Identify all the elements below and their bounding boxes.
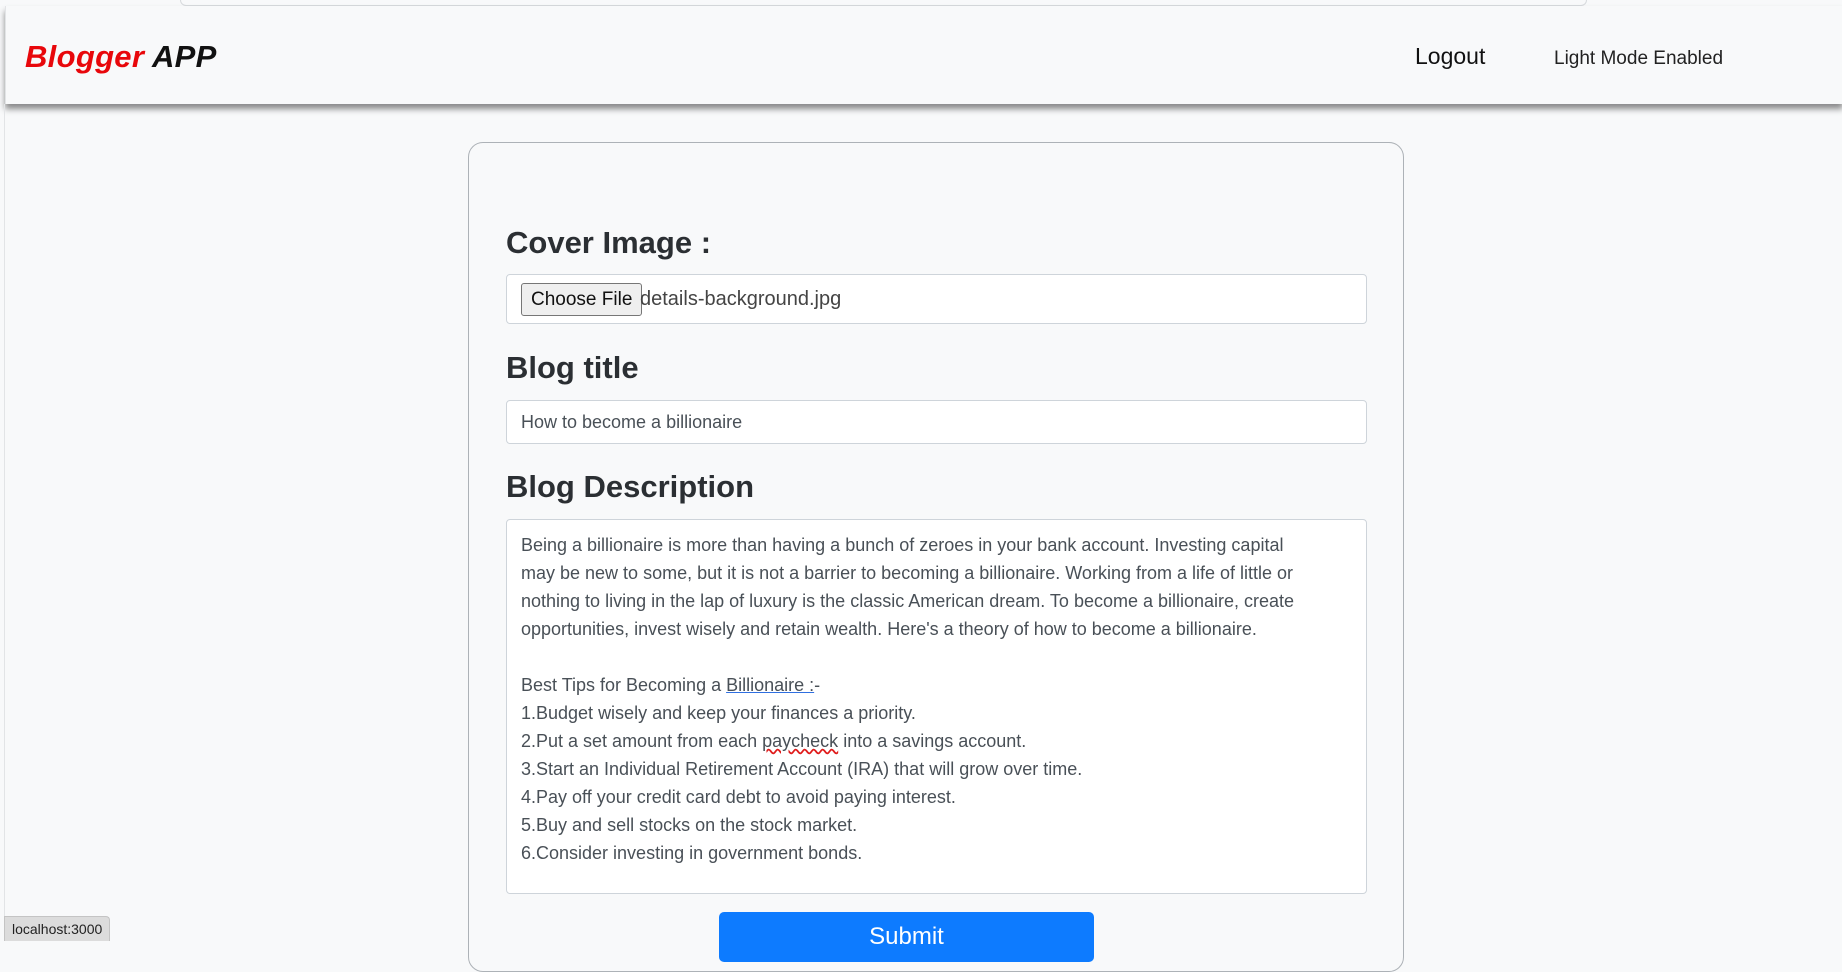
logout-link[interactable]: Logout [1415, 43, 1485, 70]
description-blank-line [521, 643, 1352, 671]
brand-logo[interactable]: Blogger APP [25, 39, 217, 75]
spellcheck-word: paycheck [762, 731, 839, 751]
tip-item: 1.Budget wisely and keep your finances a… [521, 703, 916, 723]
cover-image-file-input[interactable]: Choose File details-background.jpg [506, 274, 1367, 324]
submit-button[interactable]: Submit [719, 912, 1094, 962]
page-left-border [4, 104, 5, 941]
description-line: nothing to living in the lap of luxury i… [521, 591, 1295, 611]
description-line: may be new to some, but it is not a barr… [521, 563, 1294, 583]
browser-status-url: localhost:3000 [4, 916, 111, 941]
tip-item: 2.Put a set amount from each paycheck in… [521, 727, 1352, 755]
blog-description-textarea[interactable]: Being a billionaire is more than having … [506, 519, 1367, 894]
tip-item: 3.Start an Individual Retirement Account… [521, 759, 1083, 779]
brand-name-blogger: Blogger [25, 39, 145, 74]
blog-description-label: Blog Description [506, 469, 755, 504]
tip2-suffix: into a savings account. [838, 731, 1027, 751]
tip-item: 6.Consider investing in government bonds… [521, 843, 863, 863]
tip-item: 4.Pay off your credit card debt to avoid… [521, 787, 956, 807]
tips-heading-highlight: Billionaire : [726, 675, 815, 695]
blog-title-input[interactable]: How to become a billionaire [506, 400, 1367, 444]
cover-image-label: Cover Image : [506, 225, 712, 260]
tip-item: 5.Buy and sell stocks on the stock marke… [521, 815, 858, 835]
brand-name-app: APP [144, 39, 217, 74]
tips-heading: Best Tips for Becoming a Billionaire :- [521, 671, 1352, 699]
blog-title-label: Blog title [506, 350, 639, 385]
light-mode-toggle[interactable]: Light Mode Enabled [1554, 48, 1723, 70]
description-line: opportunities, invest wisely and retain … [521, 619, 1257, 639]
navbar: Blogger APP Logout Light Mode Enabled [5, 6, 1842, 104]
selected-file-name: details-background.jpg [640, 288, 842, 310]
description-line: Being a billionaire is more than having … [521, 535, 1284, 555]
tips-heading-suffix: - [814, 675, 821, 695]
choose-file-button[interactable]: Choose File [521, 283, 643, 316]
tips-heading-prefix: Best Tips for Becoming a [521, 675, 727, 695]
tip2-prefix: 2.Put a set amount from each [521, 731, 763, 751]
